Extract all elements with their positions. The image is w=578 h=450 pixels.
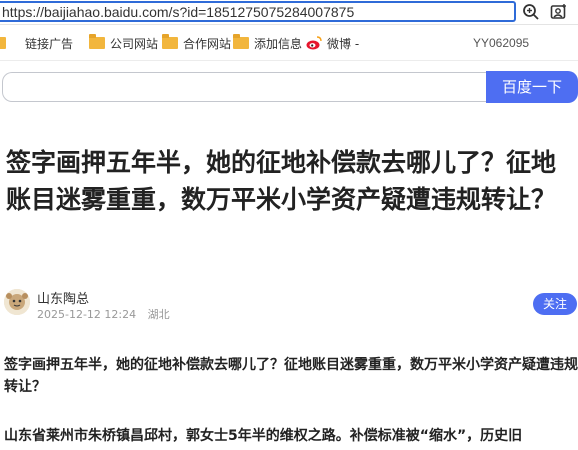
publish-location: 湖北 xyxy=(147,308,170,321)
article-meta: 2025-12-12 12:24 湖北 xyxy=(37,306,178,322)
search-button[interactable]: 百度一下 xyxy=(486,71,578,103)
author-name[interactable]: 山东陶总 xyxy=(37,288,89,307)
weibo-icon xyxy=(306,36,322,50)
bookmark-add-info[interactable]: 添加信息 xyxy=(233,34,302,52)
bookmarks-bar: 链接广告 公司网站 合作网站 添加信息 微博 - YY062095 xyxy=(0,26,578,60)
avatar-icon xyxy=(4,289,30,315)
follow-button[interactable]: 关注 xyxy=(533,293,577,315)
bookmark-label: 添加信息 xyxy=(254,36,303,51)
publish-date: 2025-12-12 12:24 xyxy=(37,308,137,321)
avatar[interactable] xyxy=(4,289,30,315)
folder-icon xyxy=(89,34,105,49)
search-input[interactable] xyxy=(2,72,488,102)
folder-icon xyxy=(233,34,249,49)
bookmark-company-site[interactable]: 公司网站 xyxy=(89,34,158,52)
bookmark-label: 微博 - xyxy=(327,36,360,51)
url-field[interactable]: https://baijiahao.baidu.com/s?id=1851275… xyxy=(0,1,516,22)
screenshot-icon[interactable] xyxy=(550,3,568,21)
article-paragraph: 山东省莱州市朱桥镇昌邱村，郭女士5年半的维权之路。补偿标准被“缩水”，历史旧 xyxy=(4,428,523,444)
bookmark-weibo[interactable]: 微博 - xyxy=(306,34,359,52)
address-bar: https://baijiahao.baidu.com/s?id=1851275… xyxy=(0,0,578,25)
bookmark-label: 合作网站 xyxy=(183,36,232,51)
zoom-icon[interactable] xyxy=(522,3,540,21)
bookmark-label: 链接广告 xyxy=(25,36,74,51)
article-title: 签字画押五年半，她的征地补偿款去哪儿了？征地账目迷雾重重，数万平米小学资产疑遭违… xyxy=(6,148,557,214)
article-summary: 签字画押五年半，她的征地补偿款去哪儿了？征地账目迷雾重重，数万平米小学资产疑遭违… xyxy=(4,357,578,395)
url-text[interactable]: https://baijiahao.baidu.com/s?id=1851275… xyxy=(2,3,354,21)
divider xyxy=(0,60,578,61)
bookmark-partner-site[interactable]: 合作网站 xyxy=(162,34,231,52)
user-code: YY062095 xyxy=(473,36,530,50)
bookmark-label: 公司网站 xyxy=(110,36,159,51)
bookmark-link-ads[interactable]: 链接广告 xyxy=(0,34,73,52)
folder-icon xyxy=(162,34,178,49)
folder-icon xyxy=(0,37,6,49)
